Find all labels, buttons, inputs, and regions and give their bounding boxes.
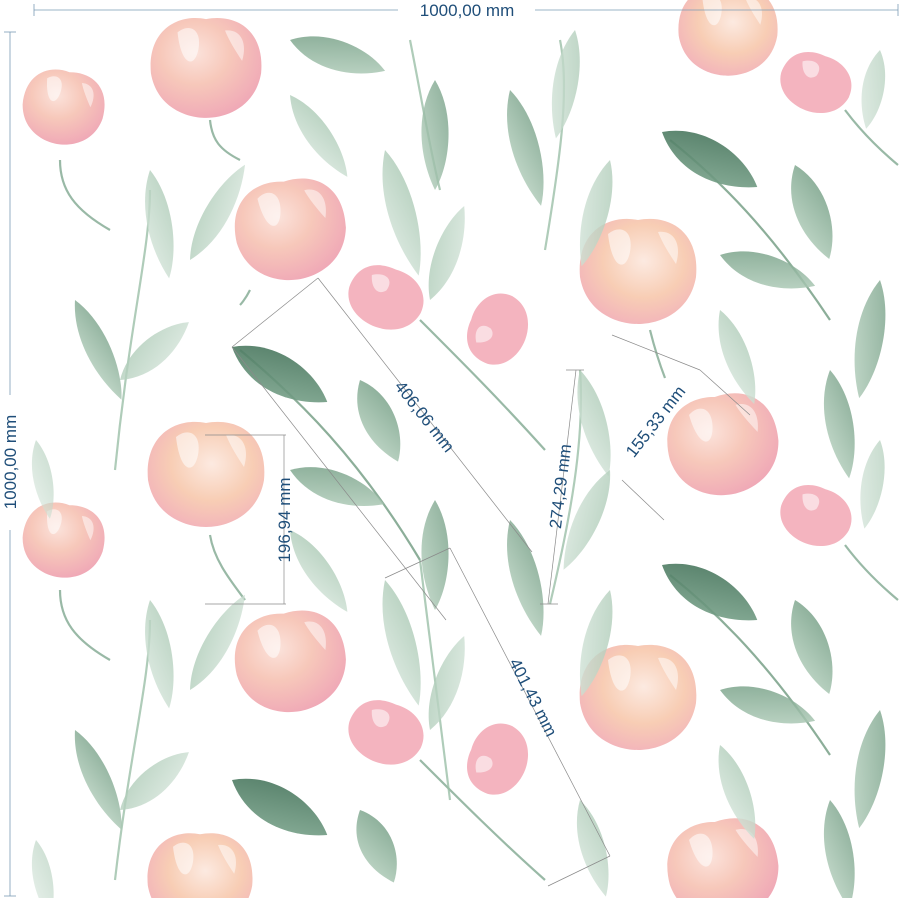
pattern-canvas: 1000,00 mm 1000,00 mm 196,94 mm 406,06 m… <box>1 0 900 898</box>
tulip-flower <box>147 421 265 527</box>
petal-body <box>147 833 253 898</box>
measure-label-flower-height: 196,94 mm <box>275 477 294 562</box>
height-dimension: 1000,00 mm <box>1 31 20 897</box>
petal-body <box>147 421 265 527</box>
tulip-flower <box>150 18 262 118</box>
width-label: 1000,00 mm <box>420 1 515 20</box>
petal-body <box>150 18 262 118</box>
height-label: 1000,00 mm <box>1 415 20 510</box>
tulip-flower <box>147 833 253 898</box>
